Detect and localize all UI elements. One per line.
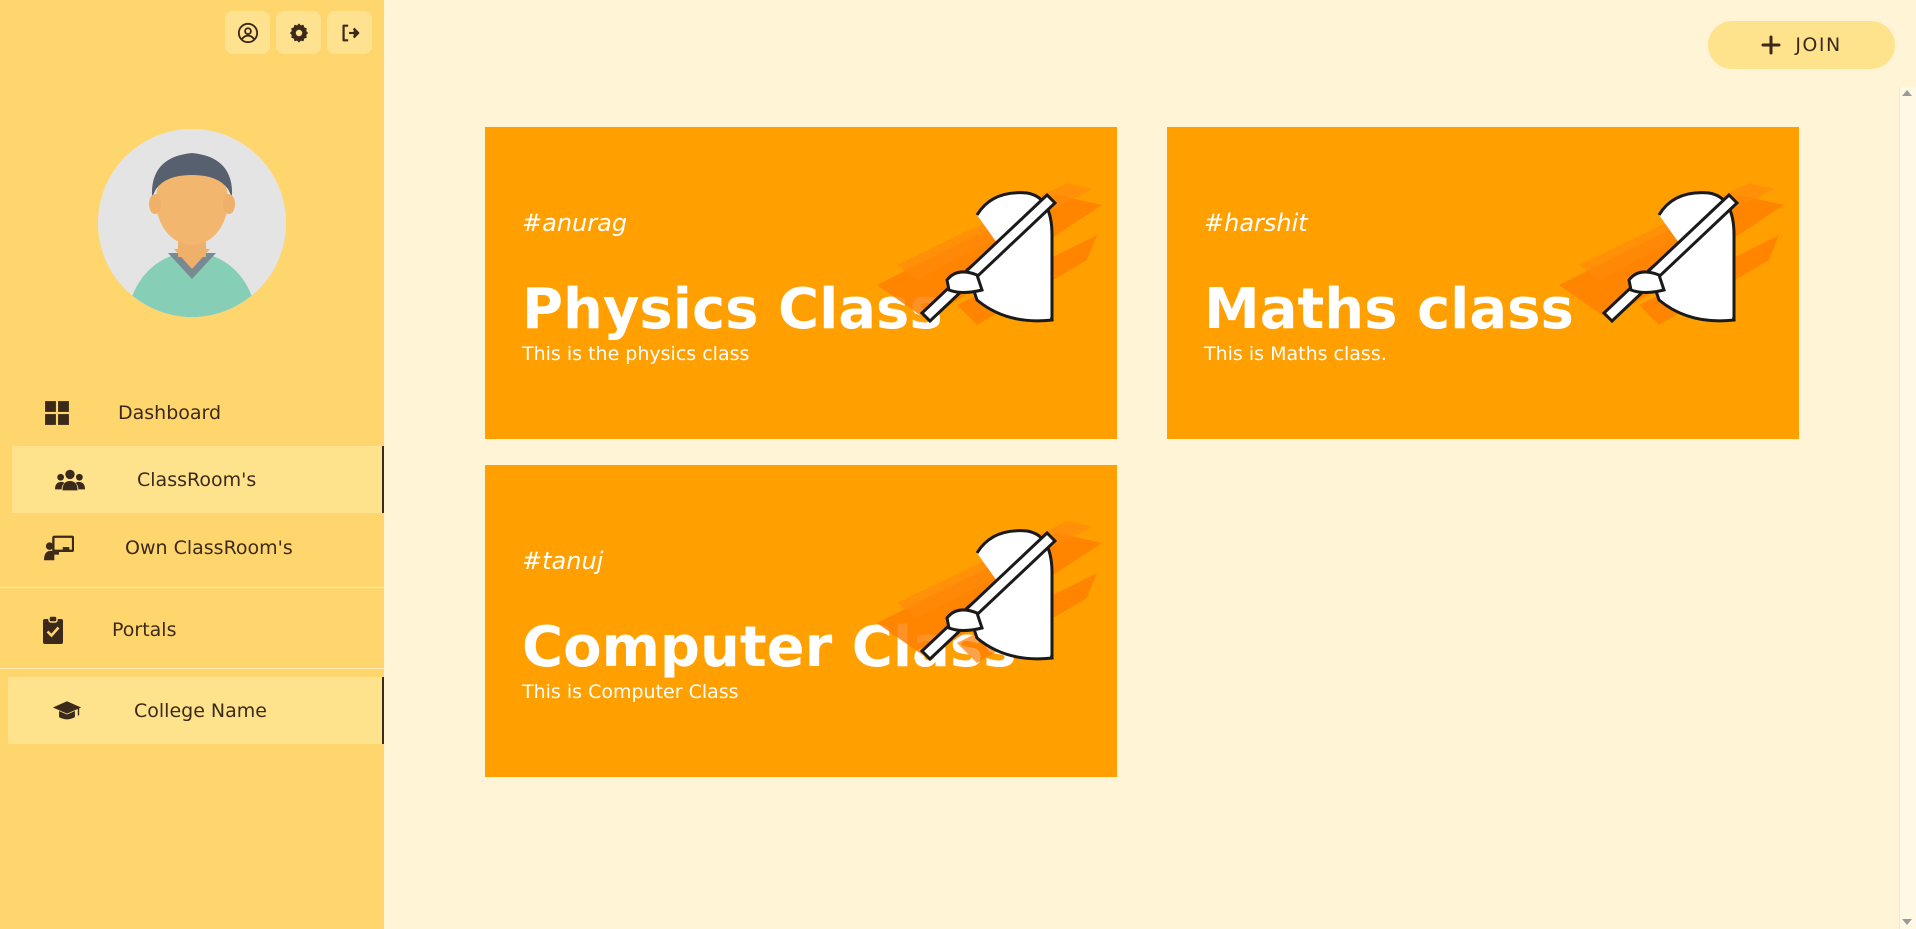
class-description: This is the physics class <box>522 343 750 365</box>
class-description: This is Maths class. <box>1204 343 1387 365</box>
join-button[interactable]: JOIN <box>1708 21 1895 69</box>
pen-in-hand-icon <box>877 521 1102 663</box>
profile-button[interactable] <box>225 11 270 54</box>
plus-icon <box>1761 35 1781 55</box>
join-button-label: JOIN <box>1795 34 1842 56</box>
dashboard-grid-icon <box>42 398 72 428</box>
class-card-maths[interactable]: #harshit Maths class This is Maths class… <box>1167 127 1799 439</box>
pen-in-hand-icon <box>1559 183 1784 325</box>
users-group-icon <box>55 465 85 495</box>
sidebar-item-own-classrooms[interactable]: Own ClassRoom's <box>0 514 384 581</box>
class-code: #anurag <box>522 209 628 237</box>
sidebar-item-label: Dashboard <box>118 401 222 424</box>
scrollbar[interactable] <box>1899 87 1916 929</box>
chalkboard-teacher-icon <box>44 533 74 563</box>
clipboard-check-icon <box>38 615 68 645</box>
scroll-up-arrow-icon[interactable] <box>1902 90 1912 96</box>
logout-button[interactable] <box>327 11 372 54</box>
sidebar-item-dashboard[interactable]: Dashboard <box>0 379 384 446</box>
class-description: This is Computer Class <box>522 681 739 703</box>
settings-button[interactable] <box>276 11 321 54</box>
scroll-down-arrow-icon[interactable] <box>1902 919 1912 925</box>
user-avatar-icon <box>98 129 286 317</box>
sign-out-icon <box>341 24 359 41</box>
class-title: Maths class <box>1204 277 1574 342</box>
graduation-cap-icon <box>52 696 82 726</box>
class-card-computer[interactable]: #tanuj Computer Class This is Computer C… <box>485 465 1117 777</box>
sidebar-item-portals[interactable]: Portals <box>0 596 384 663</box>
sidebar-item-label: Own ClassRoom's <box>125 536 293 559</box>
sidebar-item-classrooms[interactable]: ClassRoom's <box>12 446 384 513</box>
avatar <box>98 129 286 317</box>
class-card-physics[interactable]: #anurag Physics Class This is the physic… <box>485 127 1117 439</box>
sidebar-item-label: Portals <box>112 618 177 641</box>
sidebar-top-actions <box>225 11 372 54</box>
sidebar-item-college-name[interactable]: College Name <box>8 677 384 744</box>
gear-icon <box>289 22 308 43</box>
sidebar-item-label: ClassRoom's <box>137 468 257 491</box>
user-circle-icon <box>237 22 258 43</box>
sidebar: Dashboard ClassRoom's Own ClassRoom's Po… <box>0 0 384 929</box>
class-code: #harshit <box>1204 209 1308 237</box>
class-code: #tanuj <box>522 547 604 575</box>
sidebar-divider <box>0 587 384 588</box>
sidebar-item-label: College Name <box>134 699 267 722</box>
pen-in-hand-icon <box>877 183 1102 325</box>
sidebar-divider <box>0 668 384 669</box>
